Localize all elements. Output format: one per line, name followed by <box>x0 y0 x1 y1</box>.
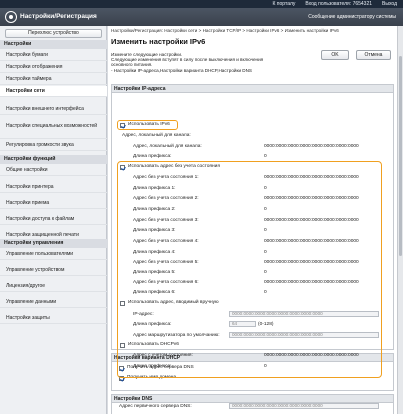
login-user-label: Вход пользователя: 7654321 <box>305 1 373 7</box>
sidebar-item-network[interactable]: Настройки сети <box>0 86 107 97</box>
settings-logo-icon <box>5 11 17 23</box>
app-title: Настройки/Регистрация <box>20 13 97 20</box>
page-title: Изменить настройки IPv6 <box>111 37 206 46</box>
portal-link[interactable]: К порталу <box>273 1 296 7</box>
sidebar-item-common[interactable]: Общие настройки <box>0 165 107 176</box>
sidebar: Перехлюс устройство Настройки Настройки … <box>0 26 107 414</box>
primary-dns-label: Адрес первичного сервера DNS: <box>119 404 192 409</box>
breadcrumb: Настройки/Регистрация: Настройки сети > … <box>111 28 339 33</box>
user-id: 7654321 <box>352 1 373 7</box>
sidebar-item-security[interactable]: Настройки защиты <box>0 313 107 324</box>
dns-section-header: Настройки DNS <box>112 395 393 403</box>
sidebar-item-device[interactable]: Управление устройством <box>0 265 107 276</box>
sidebar-section-settings: Настройки <box>0 40 107 49</box>
change-notes: Измените следующие настройки. Следующие … <box>111 52 264 73</box>
main-scrollbar[interactable] <box>397 26 403 414</box>
scrollbar-thumb[interactable] <box>399 56 402 256</box>
sidebar-item-paper[interactable]: Настройки бумаги <box>0 50 107 61</box>
primary-dns-input[interactable]: 0000:0000:0000:0000:0000:0000:0000:0000 <box>229 403 379 409</box>
sidebar-item-data[interactable]: Управление данными <box>0 297 107 308</box>
jump-to-device-button[interactable]: Перехлюс устройство <box>5 29 102 38</box>
highlight-use-ipv6 <box>117 120 178 130</box>
ip-section-header: Настройки IP-адреса <box>112 85 393 93</box>
logout-link[interactable]: Выход <box>382 1 397 7</box>
sidebar-item-printer[interactable]: Настройки принтера <box>0 182 107 193</box>
admin-message-link[interactable]: Сообщение администратору системы <box>308 14 396 20</box>
sidebar-item-accessibility[interactable]: Настройки специальных возможностей <box>0 122 107 139</box>
link-local-title: Адрес, локальный для канала: <box>122 133 191 138</box>
sidebar-item-license[interactable]: Лицензия/другое <box>0 281 107 292</box>
sidebar-item-volume[interactable]: Регулировка громкости звука <box>0 140 107 151</box>
app-header: Настройки/Регистрация Сообщение админист… <box>0 8 403 26</box>
link-local-label: Адрес, локальный для канала: <box>133 144 202 149</box>
sidebar-item-timer[interactable]: Настройки таймера <box>0 74 107 85</box>
sidebar-item-file-access[interactable]: Настройки доступа к файлам <box>0 214 107 225</box>
cancel-button[interactable]: Отмена <box>356 50 391 60</box>
highlight-address-options <box>117 161 382 378</box>
sidebar-item-users[interactable]: Управление пользователями <box>0 249 107 260</box>
sidebar-item-display[interactable]: Настройки отображения <box>0 62 107 73</box>
top-bar: К порталу Вход пользователя: 7654321 Вых… <box>0 0 403 8</box>
link-local-prefix-value: 0 <box>264 154 267 159</box>
ok-button[interactable]: OK <box>321 50 349 60</box>
sidebar-item-receive[interactable]: Настройки приема <box>0 198 107 209</box>
link-local-prefix-label: Длина префикса: <box>133 154 172 159</box>
sidebar-section-functions: Настройки функций <box>0 155 107 164</box>
sidebar-section-management: Настройки управления <box>0 239 107 248</box>
link-local-value: 0000:0000:0000:0000:0000:0000:0000:0000 <box>264 144 359 149</box>
sidebar-item-external-interface[interactable]: Настройки внешнего интерфейса <box>0 104 107 115</box>
